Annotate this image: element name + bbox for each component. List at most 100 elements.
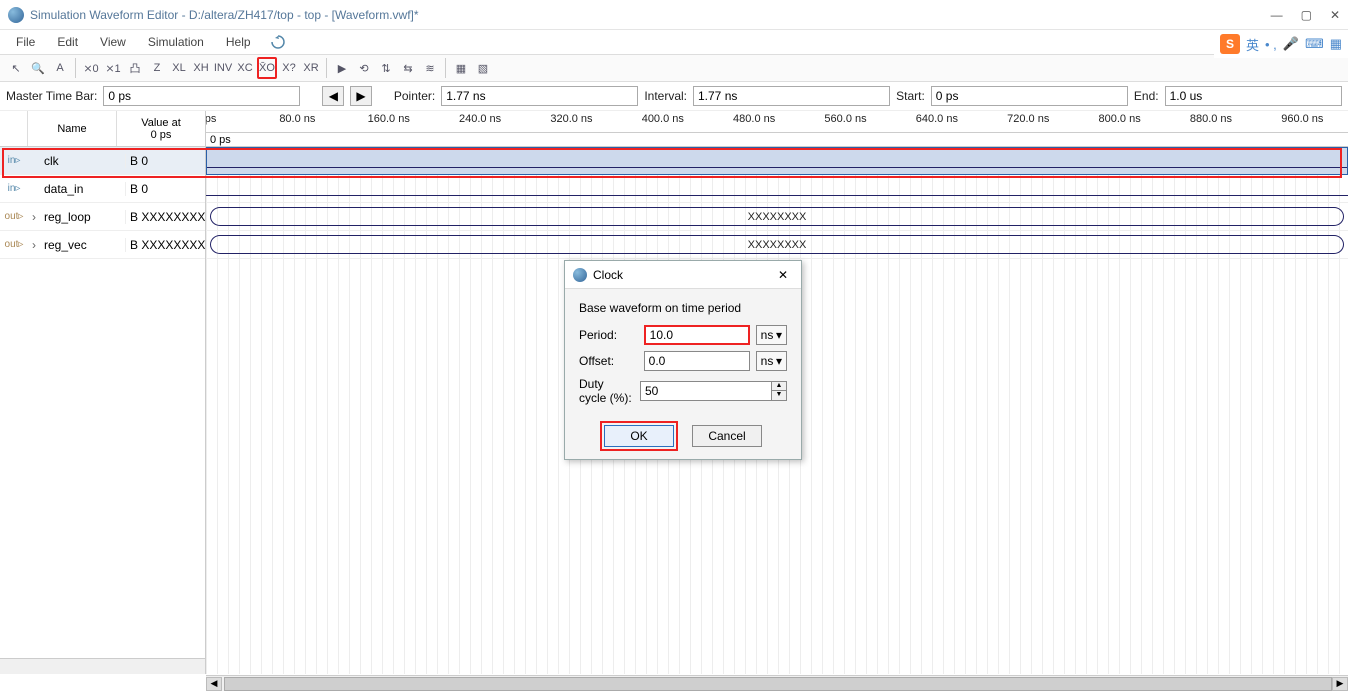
cursor-tool-icon[interactable]: ↖ — [6, 57, 26, 79]
prev-edge-button[interactable]: ◀ — [322, 86, 344, 106]
duty-cycle-spinner[interactable]: ▲▼ — [772, 381, 787, 401]
titlebar: Simulation Waveform Editor - D:/altera/Z… — [0, 0, 1348, 30]
window-title: Simulation Waveform Editor - D:/altera/Z… — [30, 8, 419, 22]
expand-icon[interactable]: › — [28, 238, 40, 252]
signal-value: B XXXXXXXX — [125, 238, 205, 252]
period-label: Period: — [579, 328, 638, 342]
menu-help[interactable]: Help — [216, 32, 261, 52]
ime-lang[interactable]: 英 — [1246, 35, 1259, 54]
menu-simulation[interactable]: Simulation — [138, 32, 214, 52]
signal-dir-icon: in▹ — [0, 155, 28, 166]
run-sim-icon[interactable]: ▶ — [332, 57, 352, 79]
signal-name: data_in — [40, 182, 125, 196]
swap-icon[interactable]: ⇆ — [398, 57, 418, 79]
ruler-tick: 320.0 ns — [550, 113, 592, 125]
update-icon[interactable] — [271, 35, 285, 49]
rerun-icon[interactable]: ⟲ — [354, 57, 374, 79]
master-timebar-input[interactable] — [103, 86, 300, 106]
ime-punct-icon[interactable]: • , — [1265, 37, 1277, 52]
pointer-label: Pointer: — [394, 89, 435, 103]
signal-value: B 0 — [125, 182, 205, 196]
scroll-right-button[interactable]: ▶ — [1332, 677, 1348, 691]
waveform-row[interactable]: XXXXXXXX — [206, 203, 1348, 231]
signal-name: clk — [40, 154, 125, 168]
offset-unit-select[interactable]: ns▾ — [756, 351, 787, 371]
ime-sogou-icon[interactable]: S — [1220, 34, 1240, 54]
clock-dialog: Clock ✕ Base waveform on time period Per… — [564, 260, 802, 460]
overwrite-clock-icon[interactable]: X̄O — [257, 57, 277, 79]
waveform-row[interactable] — [206, 147, 1348, 175]
waveform-hscrollbar[interactable]: ◀ ▶ — [206, 675, 1348, 691]
sort-icon[interactable]: ⇅ — [376, 57, 396, 79]
signal-name: reg_vec — [40, 238, 125, 252]
dialog-icon — [573, 268, 587, 282]
signal-dir-icon: out▹ — [0, 239, 28, 250]
duty-cycle-label: Duty cycle (%): — [579, 377, 634, 405]
menu-view[interactable]: View — [90, 32, 136, 52]
signal-row[interactable]: out▹›reg_vecB XXXXXXXX — [0, 231, 205, 259]
signal-name: reg_loop — [40, 210, 125, 224]
zoom-tool-icon[interactable]: 🔍 — [28, 57, 48, 79]
signal-row[interactable]: in▹ clkB 0 — [0, 147, 205, 175]
force-xl-icon[interactable]: XL — [169, 57, 189, 79]
signal-value: B XXXXXXXX — [125, 210, 205, 224]
ime-grid-icon[interactable]: ▦ — [1330, 36, 1342, 52]
period-input[interactable] — [644, 325, 750, 345]
signal-hscrollbar[interactable] — [0, 658, 205, 674]
waveform-row[interactable]: XXXXXXXX — [206, 231, 1348, 259]
force-xh-icon[interactable]: XH — [191, 57, 211, 79]
start-label: Start: — [896, 89, 925, 103]
time-ruler[interactable]: 0 ps80.0 ns160.0 ns240.0 ns320.0 ns400.0… — [206, 111, 1348, 133]
signal-dir-icon: out▹ — [0, 211, 28, 222]
end-input[interactable] — [1165, 86, 1342, 106]
wave-icon[interactable]: ≋ — [420, 57, 440, 79]
interval-input[interactable] — [693, 86, 890, 106]
ime-mic-icon[interactable]: 🎤 — [1283, 36, 1299, 52]
ruler-tick: 880.0 ns — [1190, 113, 1232, 125]
xr-icon[interactable]: XR — [301, 57, 321, 79]
app-icon — [8, 7, 24, 23]
force-0-icon[interactable]: ⨯0 — [81, 57, 101, 79]
window-close[interactable]: ✕ — [1330, 8, 1340, 22]
toolbar-separator — [326, 58, 327, 78]
signal-row[interactable]: in▹data_inB 0 — [0, 175, 205, 203]
menu-file[interactable]: File — [6, 32, 45, 52]
menu-edit[interactable]: Edit — [47, 32, 88, 52]
dialog-titlebar[interactable]: Clock ✕ — [565, 261, 801, 289]
signal-row[interactable]: out▹›reg_loopB XXXXXXXX — [0, 203, 205, 231]
offset-input[interactable] — [644, 351, 750, 371]
cancel-button[interactable]: Cancel — [692, 425, 762, 447]
ok-button[interactable]: OK — [604, 425, 674, 447]
signal-header-name[interactable]: Name — [28, 111, 117, 146]
force-u-icon[interactable]: 凸 — [125, 57, 145, 79]
duty-cycle-input[interactable] — [640, 381, 772, 401]
grid2-icon[interactable]: ▧ — [473, 57, 493, 79]
signal-value: B 0 — [125, 154, 205, 168]
waveform-row[interactable] — [206, 175, 1348, 203]
bus-value: XXXXXXXX — [210, 207, 1344, 226]
ime-keyboard-icon[interactable]: ⌨ — [1305, 36, 1324, 52]
start-input[interactable] — [931, 86, 1128, 106]
force-1-icon[interactable]: ⨯1 — [103, 57, 123, 79]
next-edge-button[interactable]: ▶ — [350, 86, 372, 106]
scroll-left-button[interactable]: ◀ — [206, 677, 222, 691]
pointer-input[interactable] — [441, 86, 638, 106]
invert-icon[interactable]: INV — [213, 57, 233, 79]
expand-icon[interactable]: › — [28, 210, 40, 224]
signal-header-value[interactable]: Value at 0 ps — [117, 111, 205, 146]
ruler-tick: 0 ps — [206, 113, 216, 125]
grid1-icon[interactable]: ▦ — [451, 57, 471, 79]
signal-trace — [206, 195, 1348, 196]
text-tool-icon[interactable]: A — [50, 57, 70, 79]
ruler-tick: 640.0 ns — [916, 113, 958, 125]
force-z-icon[interactable]: Z — [147, 57, 167, 79]
dialog-close-button[interactable]: ✕ — [773, 268, 793, 282]
scroll-thumb[interactable] — [224, 677, 1332, 691]
count-icon[interactable]: XC — [235, 57, 255, 79]
window-maximize[interactable]: ▢ — [1301, 8, 1312, 22]
master-timebar-label: Master Time Bar: — [6, 89, 97, 103]
ruler-tick: 80.0 ns — [279, 113, 315, 125]
window-minimize[interactable]: — — [1271, 8, 1283, 22]
xq-icon[interactable]: X? — [279, 57, 299, 79]
period-unit-select[interactable]: ns▾ — [756, 325, 787, 345]
